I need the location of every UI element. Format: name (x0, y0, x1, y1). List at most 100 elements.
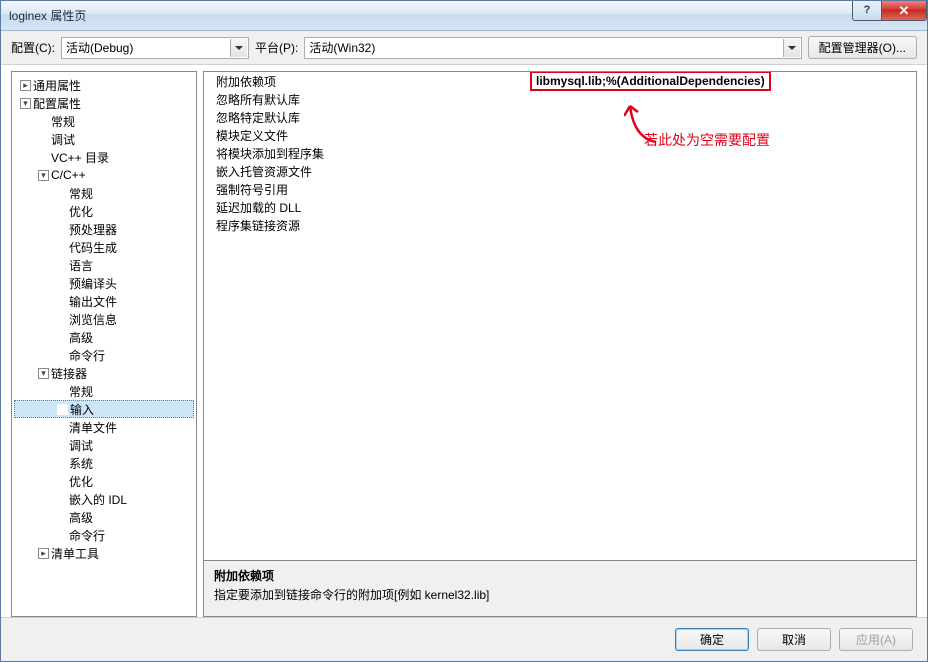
tree-item[interactable]: 优化 (14, 472, 194, 490)
tree-item[interactable]: 输出文件 (14, 292, 194, 310)
property-row[interactable]: 将模块添加到程序集 (204, 144, 916, 162)
tree-item-label: 浏览信息 (69, 311, 117, 328)
chevron-down-icon[interactable] (230, 39, 247, 57)
tree-item-label: 清单文件 (69, 419, 117, 436)
property-row[interactable]: 程序集链接资源 (204, 216, 916, 234)
tree-item-label: 输入 (70, 401, 94, 418)
tree-pane[interactable]: ▸通用属性▾配置属性常规调试VC++ 目录▾C/C++常规优化预处理器代码生成语… (11, 71, 197, 617)
help-button[interactable]: ? (852, 1, 882, 21)
spacer (56, 350, 67, 361)
tree-item[interactable]: ▸通用属性 (14, 76, 194, 94)
config-select[interactable]: 活动(Debug) (61, 37, 249, 59)
cancel-button[interactable]: 取消 (757, 628, 831, 651)
collapse-icon[interactable]: ▾ (38, 368, 49, 379)
property-row[interactable]: 忽略所有默认库 (204, 90, 916, 108)
tree-item-label: 语言 (69, 257, 93, 274)
expand-icon[interactable]: ▸ (20, 80, 31, 91)
toolbar: 配置(C): 活动(Debug) 平台(P): 活动(Win32) 配置管理器(… (1, 31, 927, 65)
tree-item-label: 链接器 (51, 365, 87, 382)
property-row[interactable]: 延迟加载的 DLL (204, 198, 916, 216)
property-row[interactable]: 忽略特定默认库 (204, 108, 916, 126)
property-grid[interactable]: 附加依赖项libmysql.lib;%(AdditionalDependenci… (203, 71, 917, 561)
platform-value: 活动(Win32) (309, 39, 375, 56)
tree-item-label: 预处理器 (69, 221, 117, 238)
tree-item-label: 系统 (69, 455, 93, 472)
spacer (38, 134, 49, 145)
tree-item-label: 优化 (69, 203, 93, 220)
tree-item-label: 命令行 (69, 347, 105, 364)
spacer (56, 422, 67, 433)
tree-item-label: 高级 (69, 509, 93, 526)
tree-item[interactable]: 语言 (14, 256, 194, 274)
spacer (56, 188, 67, 199)
tree-item-label: 清单工具 (51, 545, 99, 562)
tree-item[interactable]: 调试 (14, 436, 194, 454)
tree-item[interactable]: ▾链接器 (14, 364, 194, 382)
tree-item[interactable]: 命令行 (14, 346, 194, 364)
grid-rows: 附加依赖项libmysql.lib;%(AdditionalDependenci… (204, 72, 916, 234)
property-row[interactable]: 附加依赖项libmysql.lib;%(AdditionalDependenci… (204, 72, 916, 90)
spacer (56, 242, 67, 253)
tree-item-label: 代码生成 (69, 239, 117, 256)
tree: ▸通用属性▾配置属性常规调试VC++ 目录▾C/C++常规优化预处理器代码生成语… (12, 72, 196, 566)
tree-item[interactable]: 代码生成 (14, 238, 194, 256)
window-controls: ? ✕ (852, 1, 927, 21)
tree-item[interactable]: 清单文件 (14, 418, 194, 436)
tree-item[interactable]: ▾配置属性 (14, 94, 194, 112)
close-button[interactable]: ✕ (881, 1, 927, 21)
property-row[interactable]: 强制符号引用 (204, 180, 916, 198)
tree-item[interactable]: 常规 (14, 382, 194, 400)
tree-item[interactable]: 浏览信息 (14, 310, 194, 328)
tree-item-label: VC++ 目录 (51, 149, 109, 166)
tree-item[interactable]: 嵌入的 IDL (14, 490, 194, 508)
tree-item-label: 调试 (69, 437, 93, 454)
spacer (56, 260, 67, 271)
right-pane: 附加依赖项libmysql.lib;%(AdditionalDependenci… (203, 71, 917, 617)
collapse-icon[interactable]: ▾ (38, 170, 49, 181)
dialog-window: loginex 属性页 ? ✕ 配置(C): 活动(Debug) 平台(P): … (0, 0, 928, 662)
property-name: 忽略所有默认库 (204, 91, 524, 108)
spacer (38, 116, 49, 127)
property-value[interactable]: libmysql.lib;%(AdditionalDependencies) (524, 74, 916, 88)
platform-select[interactable]: 活动(Win32) (304, 37, 801, 59)
spacer (56, 440, 67, 451)
apply-button[interactable]: 应用(A) (839, 628, 913, 651)
tree-item[interactable]: ▸清单工具 (14, 544, 194, 562)
tree-item[interactable]: 优化 (14, 202, 194, 220)
config-value: 活动(Debug) (66, 39, 133, 56)
property-name: 强制符号引用 (204, 181, 524, 198)
tree-item-label: 优化 (69, 473, 93, 490)
expand-icon[interactable]: ▸ (38, 548, 49, 559)
property-name: 模块定义文件 (204, 127, 524, 144)
tree-item[interactable]: VC++ 目录 (14, 148, 194, 166)
config-manager-button[interactable]: 配置管理器(O)... (808, 36, 917, 59)
tree-item[interactable]: 预编译头 (14, 274, 194, 292)
tree-item[interactable]: 常规 (14, 112, 194, 130)
tree-item-label: C/C++ (51, 168, 86, 182)
ok-button[interactable]: 确定 (675, 628, 749, 651)
tree-item[interactable]: 常规 (14, 184, 194, 202)
tree-item-label: 嵌入的 IDL (69, 491, 127, 508)
property-name: 嵌入托管资源文件 (204, 163, 524, 180)
property-row[interactable]: 模块定义文件 (204, 126, 916, 144)
chevron-down-icon[interactable] (783, 39, 800, 57)
spacer (56, 332, 67, 343)
collapse-icon[interactable]: ▾ (20, 98, 31, 109)
tree-item[interactable]: 命令行 (14, 526, 194, 544)
tree-item-label: 常规 (69, 185, 93, 202)
tree-item[interactable]: 预处理器 (14, 220, 194, 238)
spacer (38, 152, 49, 163)
property-row[interactable]: 嵌入托管资源文件 (204, 162, 916, 180)
tree-item[interactable]: 输入 (14, 400, 194, 418)
platform-label: 平台(P): (255, 39, 298, 56)
tree-item[interactable]: 高级 (14, 328, 194, 346)
tree-item[interactable]: 调试 (14, 130, 194, 148)
highlighted-value: libmysql.lib;%(AdditionalDependencies) (530, 71, 771, 91)
tree-item[interactable]: 高级 (14, 508, 194, 526)
tree-item[interactable]: 系统 (14, 454, 194, 472)
tree-item-label: 预编译头 (69, 275, 117, 292)
spacer (56, 530, 67, 541)
config-label: 配置(C): (11, 39, 55, 56)
tree-item[interactable]: ▾C/C++ (14, 166, 194, 184)
spacer (56, 458, 67, 469)
